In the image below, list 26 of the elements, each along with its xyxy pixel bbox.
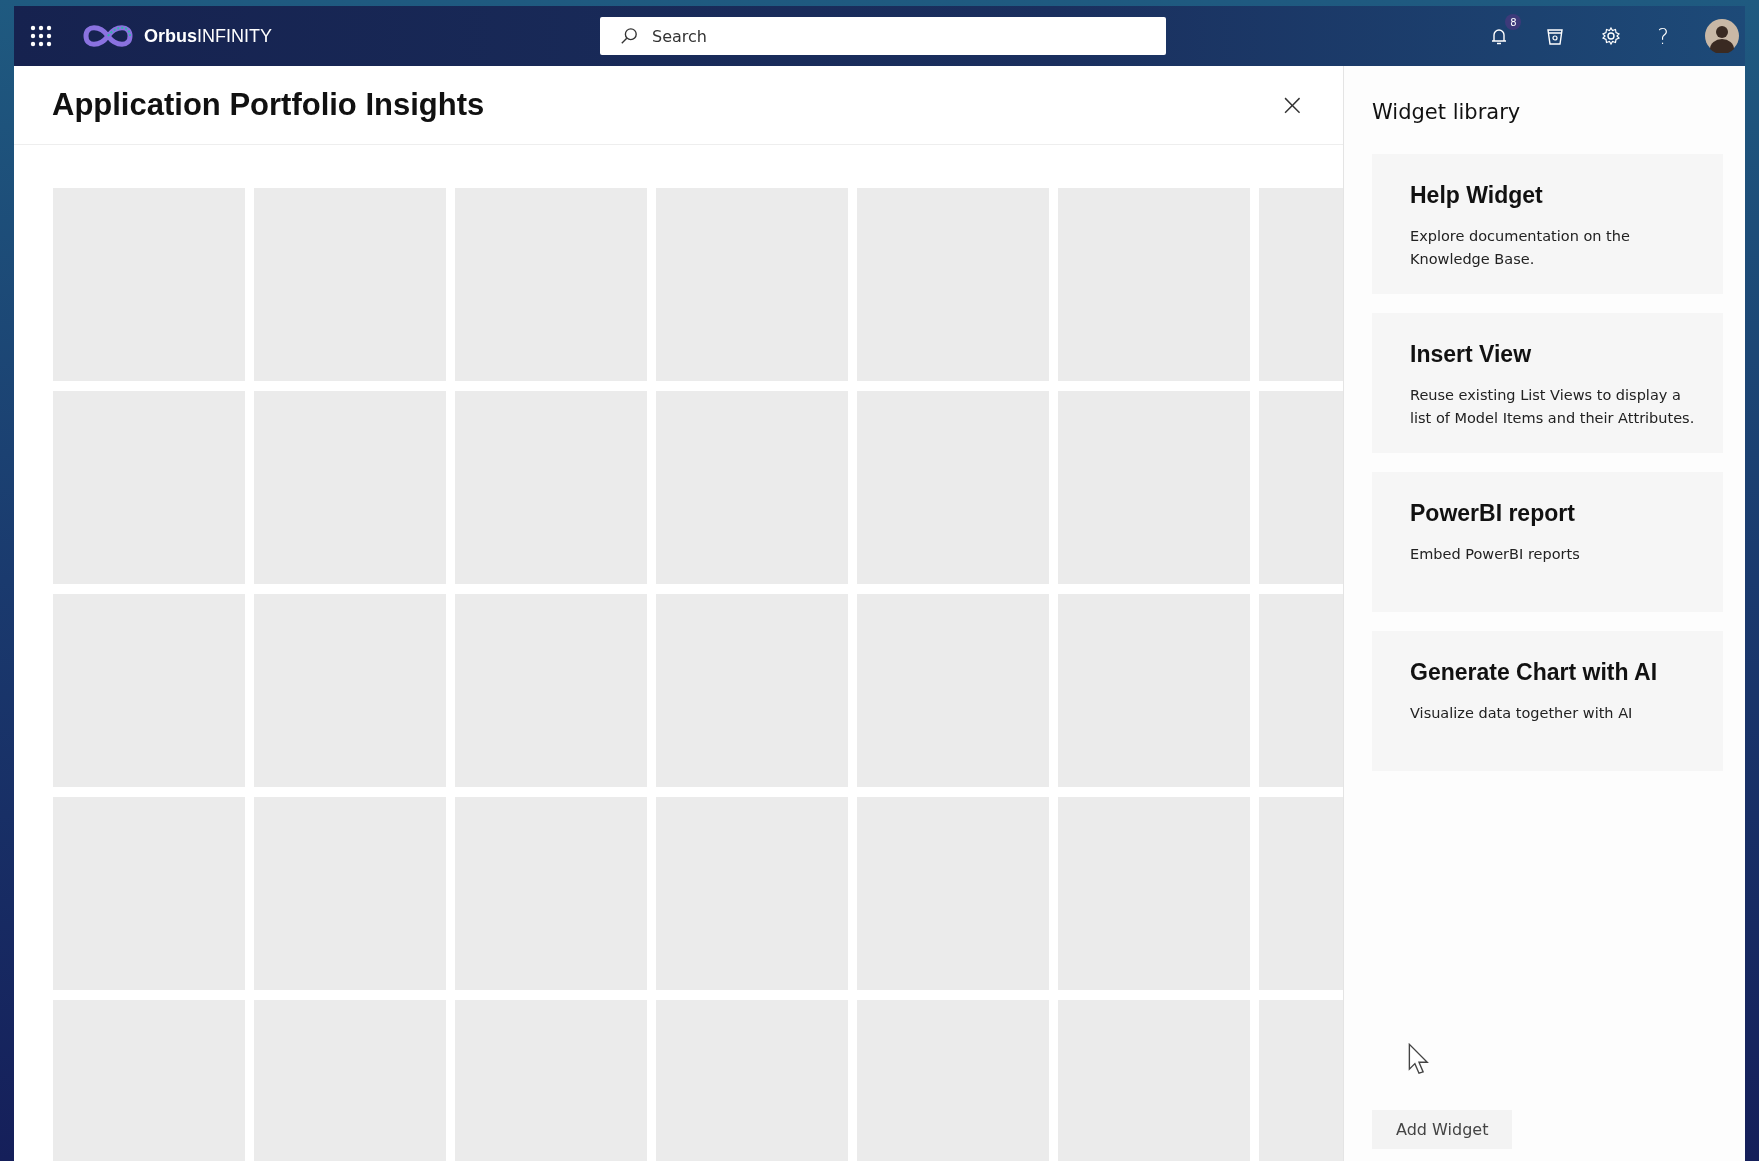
- app-launcher-icon[interactable]: [30, 25, 52, 47]
- widget-description: Visualize data together with AI: [1410, 704, 1634, 723]
- widget-card[interactable]: Help Widget Explore documentation on the Knowledge Base.: [1372, 154, 1723, 294]
- widget-title: Insert View: [1410, 341, 1533, 368]
- widget-title: Generate Chart with AI: [1410, 659, 1659, 686]
- widget-description: Embed PowerBI reports: [1410, 545, 1581, 564]
- close-button[interactable]: ×: [1279, 90, 1305, 120]
- settings-icon[interactable]: [1601, 26, 1622, 46]
- search-icon: [620, 27, 638, 45]
- widget-card[interactable]: Insert View Reuse existing List Views to display a list of Model Items and their Attributes.: [1372, 313, 1723, 453]
- avatar-icon[interactable]: [1705, 19, 1739, 53]
- widget-title: Help Widget: [1410, 182, 1544, 209]
- widget-title: PowerBI report: [1410, 500, 1576, 527]
- page-title: Application Portfolio Insights: [52, 87, 485, 123]
- widget-card[interactable]: PowerBI report Embed PowerBI reports: [1372, 472, 1723, 612]
- search-field[interactable]: Search: [600, 17, 1166, 55]
- widget-description: Reuse existing List Views to display a list of Model Items and their Attributes.: [1410, 386, 1696, 429]
- brand-name: OrbusINFINITY: [144, 25, 273, 47]
- widget-card[interactable]: Generate Chart with AI Visualize data together with AI: [1372, 631, 1723, 771]
- panel-title: Widget library: [1372, 100, 1522, 124]
- notification-badge: 8: [1505, 14, 1522, 30]
- widget-description: Explore documentation on the Knowledge Base.: [1410, 227, 1631, 270]
- cursor-icon: [1408, 1043, 1430, 1076]
- add-widget-button[interactable]: Add Widget: [1372, 1110, 1513, 1149]
- help-button[interactable]: ?: [1657, 23, 1669, 49]
- bucket-icon[interactable]: [1545, 26, 1566, 46]
